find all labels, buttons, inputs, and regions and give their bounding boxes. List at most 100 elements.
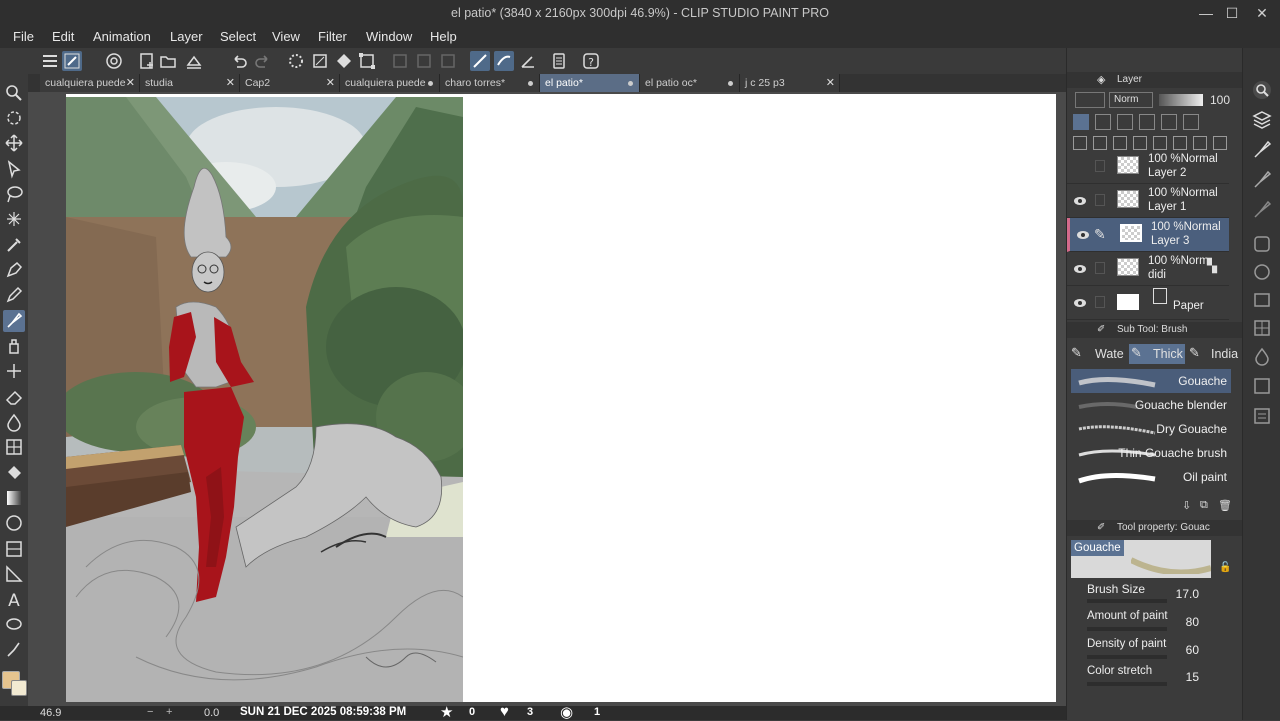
search-icon[interactable] bbox=[1250, 78, 1274, 102]
eye-icon[interactable] bbox=[1073, 194, 1087, 208]
apply-mask-icon[interactable] bbox=[1193, 136, 1207, 150]
menu-file[interactable]: File bbox=[13, 29, 34, 44]
pen-icon[interactable] bbox=[3, 259, 25, 281]
zoom-value[interactable]: 46.9 bbox=[40, 707, 61, 719]
layer-row-selected[interactable]: ✎ 100 %Normal Layer 3 bbox=[1067, 218, 1229, 252]
menu-filter[interactable]: Filter bbox=[318, 29, 347, 44]
modified-icon[interactable] bbox=[428, 81, 433, 86]
blend-icon[interactable] bbox=[3, 411, 25, 433]
opacity-value[interactable]: 100 bbox=[1210, 93, 1230, 107]
tab-document[interactable]: Cap2 ✕ bbox=[240, 74, 340, 92]
clear-icon[interactable] bbox=[310, 51, 330, 71]
delete-layer-icon[interactable] bbox=[1213, 136, 1227, 150]
open-file-icon[interactable] bbox=[158, 51, 178, 71]
artwork-painting[interactable] bbox=[66, 97, 463, 702]
brush-size-icon[interactable] bbox=[1250, 168, 1274, 192]
correct-line-icon[interactable] bbox=[3, 639, 25, 661]
layer-lock-checkbox[interactable] bbox=[1095, 296, 1105, 308]
menu-view[interactable]: View bbox=[272, 29, 300, 44]
frame-border-icon[interactable] bbox=[3, 538, 25, 560]
modified-icon[interactable] bbox=[528, 81, 533, 86]
eye-icon[interactable] bbox=[1073, 296, 1087, 310]
brush-item[interactable]: Gouache blender bbox=[1071, 393, 1231, 417]
history-icon[interactable] bbox=[1250, 344, 1274, 368]
layer-lock-checkbox[interactable] bbox=[1095, 160, 1105, 172]
prop-value[interactable]: 17.0 bbox=[1176, 587, 1199, 601]
close-icon[interactable]: ✕ bbox=[226, 74, 235, 92]
draft-layer-icon[interactable] bbox=[1117, 114, 1133, 130]
tab-document[interactable]: studia ✕ bbox=[140, 74, 240, 92]
combine-layer-icon[interactable] bbox=[1153, 136, 1167, 150]
loading-icon[interactable] bbox=[286, 51, 306, 71]
canvas-area[interactable] bbox=[28, 92, 1066, 706]
snap-to-grid-icon[interactable] bbox=[518, 51, 538, 71]
ruler-icon[interactable] bbox=[3, 563, 25, 585]
lock-icon[interactable]: 🔓 bbox=[1219, 562, 1231, 573]
airbrush-icon[interactable] bbox=[3, 335, 25, 357]
decoration-icon[interactable] bbox=[3, 360, 25, 382]
layer-row[interactable]: 100 %Normal Layer 1 bbox=[1067, 184, 1229, 218]
redo-icon[interactable] bbox=[253, 51, 273, 71]
fill-bucket-icon[interactable] bbox=[3, 462, 25, 484]
layer-clip-icon[interactable] bbox=[1073, 114, 1089, 130]
blend-mode-select[interactable]: Norm bbox=[1109, 92, 1153, 108]
prop-value[interactable]: 80 bbox=[1186, 615, 1199, 629]
material-icon[interactable] bbox=[1250, 374, 1274, 398]
balloon-icon[interactable] bbox=[3, 614, 25, 636]
close-icon[interactable]: ✕ bbox=[326, 74, 335, 92]
opacity-slider[interactable] bbox=[1159, 94, 1203, 106]
brush-item[interactable]: Thin Gouache brush bbox=[1071, 441, 1231, 465]
lasso-icon[interactable] bbox=[3, 183, 25, 205]
lock-icon[interactable] bbox=[1139, 114, 1155, 130]
menu-edit[interactable]: Edit bbox=[52, 29, 74, 44]
pencil-icon[interactable] bbox=[3, 284, 25, 306]
save-icon[interactable] bbox=[184, 51, 204, 71]
menu-animation[interactable]: Animation bbox=[93, 29, 151, 44]
brush-item[interactable]: Dry Gouache bbox=[1071, 417, 1231, 441]
brush-item-selected[interactable]: Gouache bbox=[1071, 369, 1231, 393]
new-raster-layer-icon[interactable] bbox=[1073, 136, 1087, 150]
color-slider-icon[interactable] bbox=[1250, 288, 1274, 312]
hamburger-menu-icon[interactable] bbox=[40, 51, 60, 71]
snap-to-special-ruler-icon[interactable] bbox=[494, 51, 514, 71]
trash-icon[interactable]: 🗑 bbox=[1218, 499, 1232, 512]
layer-row[interactable]: 100 %Normal Layer 2 bbox=[1067, 150, 1229, 184]
sub-tool-group-tab-active[interactable]: ✎ Thick bbox=[1129, 344, 1185, 364]
brush-icon[interactable] bbox=[3, 310, 25, 332]
prop-density-of-paint[interactable]: Density of paint 60 bbox=[1067, 636, 1229, 663]
selection-icon[interactable] bbox=[3, 158, 25, 180]
rotation-value[interactable]: 0.0 bbox=[204, 707, 219, 719]
close-icon[interactable]: ✕ bbox=[126, 74, 135, 92]
prop-slider[interactable] bbox=[1087, 627, 1167, 631]
lock-alpha-icon[interactable] bbox=[1161, 114, 1177, 130]
spiral-icon[interactable] bbox=[104, 51, 124, 71]
figure-icon[interactable] bbox=[3, 436, 25, 458]
menu-window[interactable]: Window bbox=[366, 29, 412, 44]
duplicate-icon[interactable]: ⧉ bbox=[1200, 499, 1208, 512]
color-wheel-icon[interactable] bbox=[1250, 260, 1274, 284]
prop-value[interactable]: 60 bbox=[1186, 643, 1199, 657]
tab-document[interactable]: charo torres* bbox=[440, 74, 540, 92]
zoom-icon[interactable] bbox=[3, 82, 25, 104]
new-folder-icon[interactable] bbox=[1113, 136, 1127, 150]
undo-icon[interactable] bbox=[229, 51, 249, 71]
tool-property-icon[interactable] bbox=[1250, 138, 1274, 162]
device-icon[interactable] bbox=[549, 51, 569, 71]
tab-document-active[interactable]: el patio* bbox=[540, 74, 640, 92]
sub-tool-icon[interactable] bbox=[1250, 198, 1274, 222]
menu-select[interactable]: Select bbox=[220, 29, 256, 44]
ellipse-icon[interactable] bbox=[3, 512, 25, 534]
prop-color-stretch[interactable]: Color stretch 15 bbox=[1067, 663, 1229, 690]
snap-to-ruler-icon[interactable] bbox=[470, 51, 490, 71]
zoom-in-button[interactable]: + bbox=[166, 706, 172, 718]
tab-document[interactable]: cualquiera puede bbox=[340, 74, 440, 92]
sub-tool-group-tab[interactable]: ✎ Wate bbox=[1071, 344, 1127, 364]
eye-icon[interactable] bbox=[1073, 262, 1087, 276]
layer-panel-icon[interactable] bbox=[1250, 108, 1274, 132]
tab-document[interactable]: el patio oc* bbox=[640, 74, 740, 92]
layer-lock-checkbox[interactable] bbox=[1095, 262, 1105, 274]
eye-icon[interactable] bbox=[1076, 228, 1090, 242]
gradient-icon[interactable] bbox=[3, 487, 25, 509]
fill-icon[interactable] bbox=[334, 51, 354, 71]
eraser-icon[interactable] bbox=[3, 386, 25, 408]
